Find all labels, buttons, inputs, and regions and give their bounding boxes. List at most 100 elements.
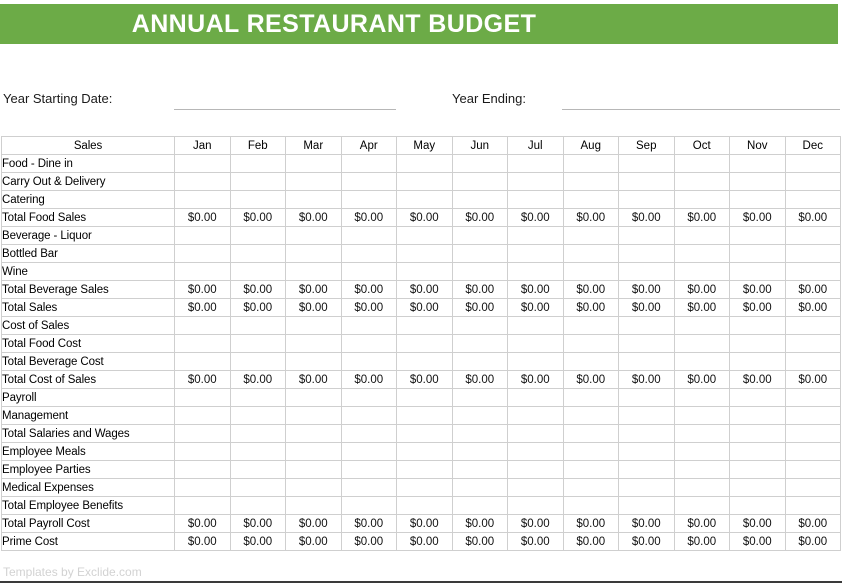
cell-jan[interactable]	[174, 172, 231, 191]
cell-jan[interactable]	[174, 226, 231, 245]
cell-sep[interactable]	[618, 154, 675, 173]
cell-aug[interactable]	[562, 442, 619, 461]
cell-nov[interactable]	[729, 352, 786, 371]
cell-sep[interactable]: $0.00	[618, 208, 675, 227]
cell-jun[interactable]: $0.00	[451, 514, 508, 533]
cell-jul[interactable]: $0.00	[507, 298, 564, 317]
cell-jun[interactable]: $0.00	[451, 532, 508, 551]
cell-jun[interactable]	[451, 406, 508, 425]
cell-may[interactable]	[396, 424, 453, 443]
cell-sep[interactable]	[618, 424, 675, 443]
cell-oct[interactable]	[673, 460, 730, 479]
cell-jan[interactable]: $0.00	[174, 280, 231, 299]
cell-oct[interactable]	[673, 424, 730, 443]
cell-jan[interactable]: $0.00	[174, 208, 231, 227]
cell-sep[interactable]: $0.00	[618, 370, 675, 389]
cell-jun[interactable]: $0.00	[451, 298, 508, 317]
cell-aug[interactable]: $0.00	[562, 280, 619, 299]
cell-apr[interactable]	[340, 442, 397, 461]
cell-dec[interactable]	[784, 406, 841, 425]
cell-nov[interactable]: $0.00	[729, 532, 786, 551]
cell-aug[interactable]: $0.00	[562, 370, 619, 389]
cell-mar[interactable]	[285, 226, 342, 245]
cell-jun[interactable]	[451, 172, 508, 191]
cell-feb[interactable]	[229, 442, 286, 461]
cell-may[interactable]: $0.00	[396, 298, 453, 317]
cell-feb[interactable]: $0.00	[229, 370, 286, 389]
cell-jul[interactable]	[507, 154, 564, 173]
cell-apr[interactable]	[340, 244, 397, 263]
year-ending-input[interactable]	[562, 109, 840, 110]
cell-dec[interactable]	[784, 154, 841, 173]
cell-mar[interactable]: $0.00	[285, 370, 342, 389]
cell-may[interactable]: $0.00	[396, 208, 453, 227]
cell-dec[interactable]	[784, 352, 841, 371]
cell-sep[interactable]	[618, 226, 675, 245]
cell-jun[interactable]	[451, 262, 508, 281]
cell-dec[interactable]	[784, 442, 841, 461]
cell-apr[interactable]	[340, 334, 397, 353]
cell-aug[interactable]: $0.00	[562, 208, 619, 227]
cell-may[interactable]: $0.00	[396, 280, 453, 299]
cell-dec[interactable]	[784, 262, 841, 281]
cell-jan[interactable]: $0.00	[174, 370, 231, 389]
cell-jan[interactable]	[174, 460, 231, 479]
cell-feb[interactable]	[229, 316, 286, 335]
cell-nov[interactable]	[729, 478, 786, 497]
cell-sep[interactable]	[618, 244, 675, 263]
cell-aug[interactable]	[562, 424, 619, 443]
cell-nov[interactable]: $0.00	[729, 208, 786, 227]
cell-jan[interactable]	[174, 190, 231, 209]
cell-sep[interactable]	[618, 172, 675, 191]
cell-mar[interactable]	[285, 478, 342, 497]
cell-feb[interactable]	[229, 460, 286, 479]
cell-oct[interactable]: $0.00	[673, 370, 730, 389]
cell-mar[interactable]	[285, 424, 342, 443]
cell-mar[interactable]	[285, 316, 342, 335]
cell-aug[interactable]	[562, 316, 619, 335]
cell-oct[interactable]: $0.00	[673, 514, 730, 533]
cell-feb[interactable]: $0.00	[229, 298, 286, 317]
cell-jul[interactable]: $0.00	[507, 370, 564, 389]
cell-mar[interactable]	[285, 172, 342, 191]
cell-mar[interactable]	[285, 262, 342, 281]
cell-sep[interactable]	[618, 190, 675, 209]
cell-apr[interactable]: $0.00	[340, 532, 397, 551]
cell-jul[interactable]	[507, 244, 564, 263]
cell-dec[interactable]: $0.00	[784, 208, 841, 227]
cell-feb[interactable]	[229, 478, 286, 497]
cell-apr[interactable]	[340, 262, 397, 281]
cell-nov[interactable]	[729, 496, 786, 515]
cell-jul[interactable]	[507, 442, 564, 461]
cell-dec[interactable]	[784, 316, 841, 335]
cell-oct[interactable]	[673, 478, 730, 497]
cell-apr[interactable]: $0.00	[340, 370, 397, 389]
cell-oct[interactable]	[673, 190, 730, 209]
cell-jan[interactable]	[174, 424, 231, 443]
cell-oct[interactable]	[673, 334, 730, 353]
cell-jan[interactable]: $0.00	[174, 532, 231, 551]
cell-mar[interactable]	[285, 388, 342, 407]
cell-apr[interactable]	[340, 226, 397, 245]
cell-jul[interactable]: $0.00	[507, 514, 564, 533]
cell-jan[interactable]	[174, 406, 231, 425]
cell-nov[interactable]: $0.00	[729, 298, 786, 317]
cell-apr[interactable]	[340, 190, 397, 209]
cell-jul[interactable]	[507, 406, 564, 425]
cell-nov[interactable]	[729, 190, 786, 209]
cell-dec[interactable]	[784, 388, 841, 407]
cell-dec[interactable]	[784, 334, 841, 353]
cell-jun[interactable]	[451, 496, 508, 515]
cell-sep[interactable]	[618, 352, 675, 371]
cell-oct[interactable]	[673, 226, 730, 245]
cell-feb[interactable]	[229, 388, 286, 407]
cell-nov[interactable]	[729, 226, 786, 245]
cell-nov[interactable]	[729, 262, 786, 281]
cell-sep[interactable]	[618, 478, 675, 497]
cell-jul[interactable]	[507, 316, 564, 335]
cell-aug[interactable]	[562, 244, 619, 263]
cell-dec[interactable]	[784, 478, 841, 497]
cell-feb[interactable]	[229, 496, 286, 515]
cell-aug[interactable]	[562, 496, 619, 515]
cell-jul[interactable]	[507, 478, 564, 497]
